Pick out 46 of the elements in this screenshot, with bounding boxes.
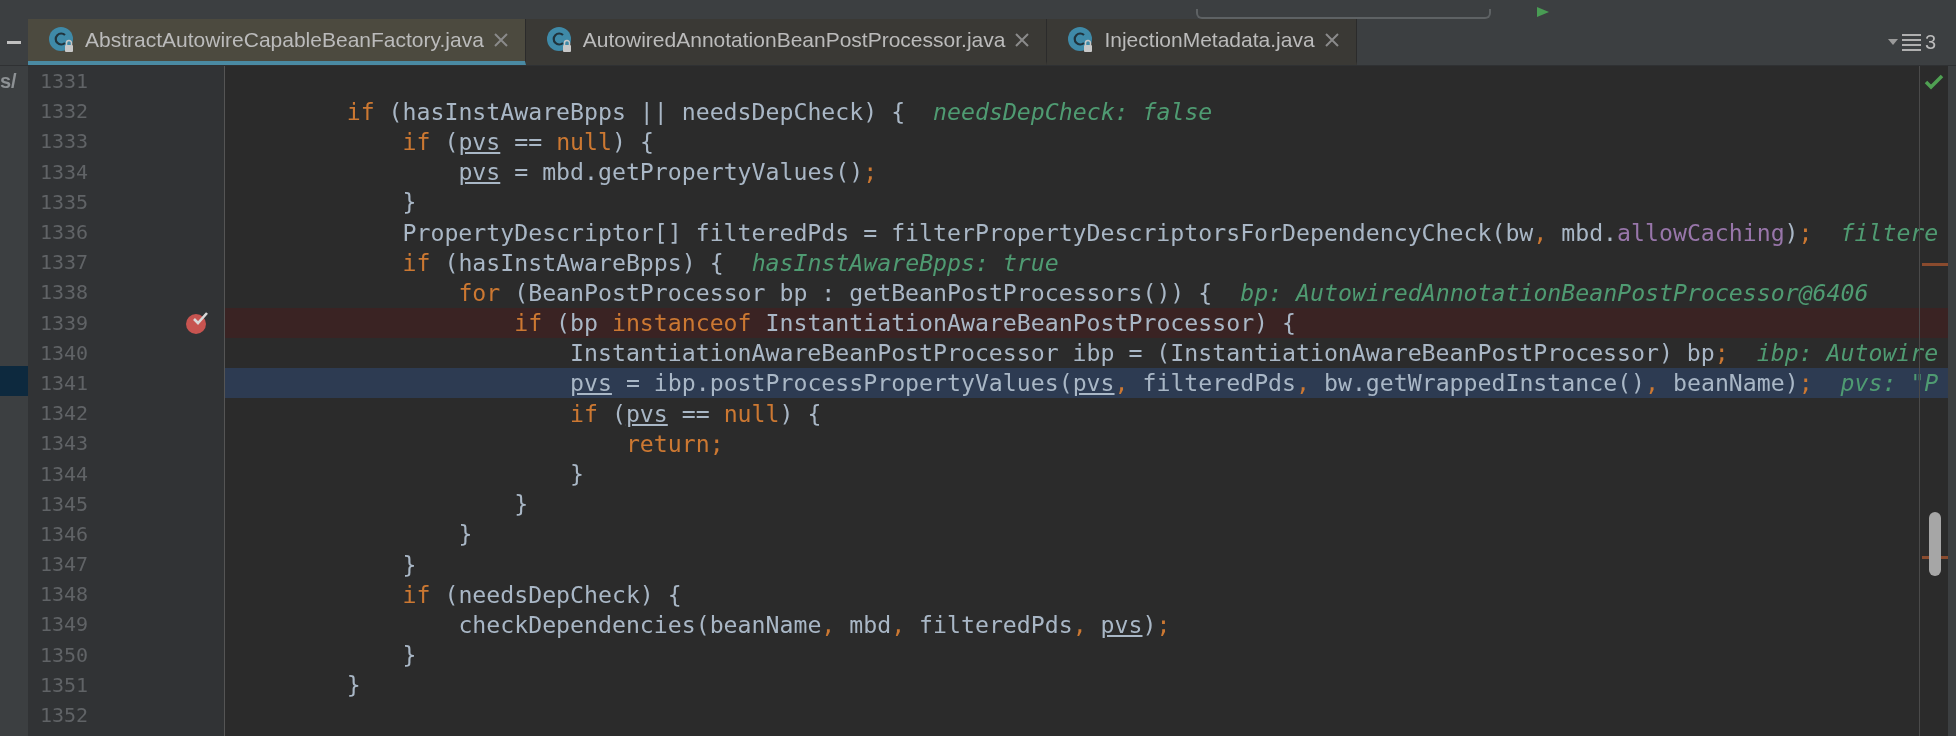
code-line: } <box>513 490 529 518</box>
inline-value: ibp: Autowire <box>1756 339 1939 367</box>
path-fragment: s/ <box>0 69 18 94</box>
code-line: return; <box>624 429 724 457</box>
tab-label: InjectionMetadata.java <box>1104 28 1315 52</box>
editor-tab[interactable]: InjectionMetadata.java <box>1047 19 1357 65</box>
class-icon <box>545 26 574 54</box>
collapse-icon[interactable] <box>7 40 21 44</box>
inline-value: bp: AutowiredAnnotationBeanPostProcessor@6406 <box>1240 278 1869 306</box>
warning-marker[interactable] <box>1922 263 1948 266</box>
close-icon[interactable] <box>1014 32 1031 48</box>
inline-value: needsDepCheck: false <box>933 97 1213 125</box>
code-line: } <box>457 520 473 548</box>
editor-tab[interactable]: AbstractAutowireCapableBeanFactory.java <box>28 19 526 65</box>
inline-value: filtere <box>1840 218 1939 246</box>
code-line: if (needsDepCheck) { <box>401 580 682 608</box>
code-line: } <box>401 641 417 669</box>
close-icon[interactable] <box>1323 32 1340 48</box>
code-line: for (BeanPostProcessor bp : getBeanPostProcessors()) { <box>457 278 1213 306</box>
code-line: checkDependencies(beanName, mbd, filteredPds, pvs); <box>457 610 1171 638</box>
selected-tree-row <box>0 366 28 396</box>
breakpoint-icon[interactable] <box>185 310 209 335</box>
editor-tab[interactable]: AutowiredAnnotationBeanPostProcessor.java <box>525 19 1048 65</box>
check-icon <box>1924 74 1944 90</box>
run-icon[interactable] <box>1537 7 1549 17</box>
code-line: } <box>345 671 361 699</box>
code-line: if (hasInstAwareBpps) { <box>401 248 724 276</box>
class-icon <box>48 26 76 54</box>
code-line: pvs = ibp.postProcessPropertyValues(pvs, filteredPds, bw.getWrappedInstance(), beanName); <box>569 369 1813 397</box>
tab-list-icon[interactable] <box>1887 32 1922 52</box>
code-line: if (hasInstAwareBpps || needsDepCheck) { <box>345 97 906 125</box>
code-line: } <box>569 460 584 488</box>
tab-label: AbstractAutowireCapableBeanFactory.java <box>85 28 484 52</box>
code-line: if (pvs == null) { <box>569 399 822 427</box>
tab-label: AutowiredAnnotationBeanPostProcessor.java <box>582 28 1006 52</box>
code-line: if (pvs == null) { <box>401 127 654 155</box>
tab-count: 3 <box>1924 30 1936 54</box>
code-line: } <box>401 188 417 216</box>
code-line: if (bp instanceof InstantiationAwareBeanPostProcessor) { <box>513 309 1296 337</box>
code-line: } <box>401 550 417 578</box>
code-line: InstantiationAwareBeanPostProcessor ibp = (InstantiationAwareBeanPostProcessor) bp; <box>569 339 1729 367</box>
code-line: pvs = mbd.getPropertyValues(); <box>457 158 878 186</box>
code-line: PropertyDescriptor[] filteredPds = filterPropertyDescriptorsForDependencyCheck(bw, mbd.allowCaching); <box>401 218 1813 246</box>
scrollbar-thumb[interactable] <box>1929 512 1941 576</box>
inline-value: hasInstAwareBpps: true <box>751 248 1059 276</box>
close-icon[interactable] <box>492 32 509 48</box>
